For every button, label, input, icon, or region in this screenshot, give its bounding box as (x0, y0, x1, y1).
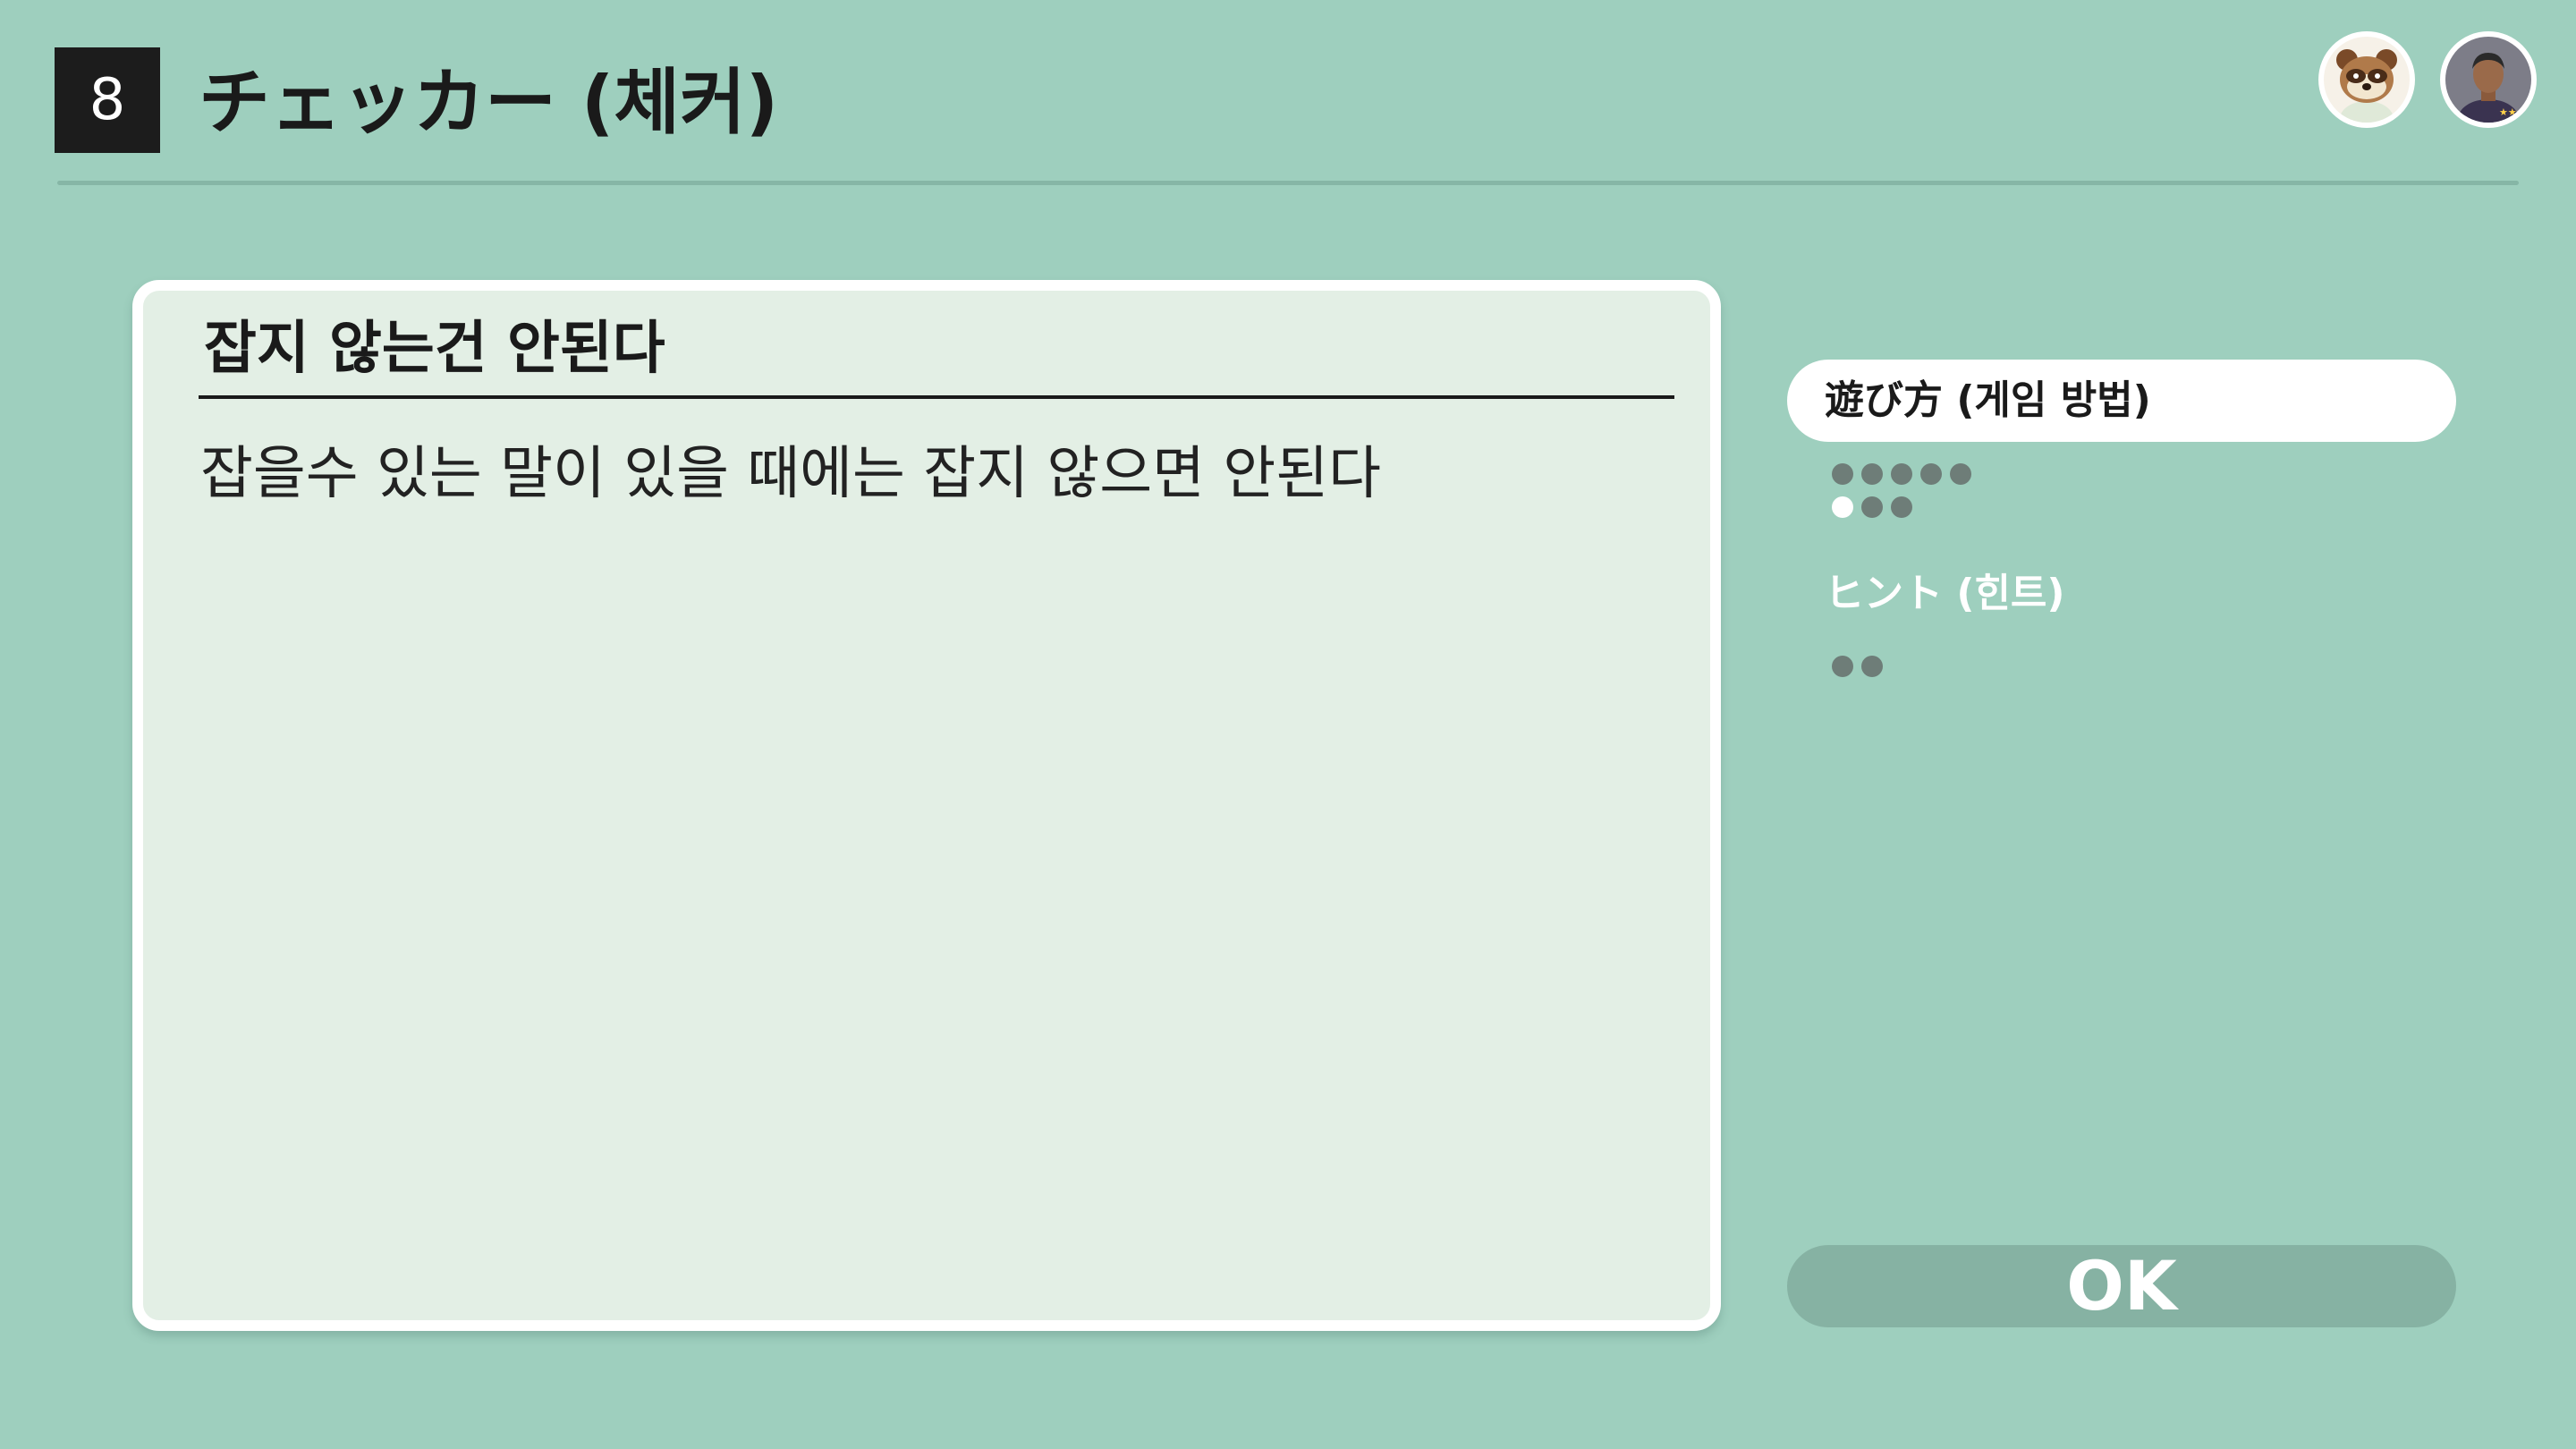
page-dot (1950, 463, 1971, 485)
menu-hint[interactable]: ヒント (힌트) (1787, 553, 2456, 635)
player-1-avatar (2318, 31, 2415, 128)
page-dot (1920, 463, 1942, 485)
menu-how-to-play[interactable]: 遊び方 (게임 방법) (1787, 360, 2456, 442)
page-dot (1832, 496, 1853, 518)
page-dot (1891, 496, 1912, 518)
page-dot (1861, 463, 1883, 485)
game-number-badge: 8 (55, 47, 160, 153)
page-dot (1861, 656, 1883, 677)
player-2-avatar: ★★ (2440, 31, 2537, 128)
rule-body: 잡을수 있는 말이 있을 때에는 잡지 않으면 안된다 (200, 441, 1382, 507)
game-screen: 8 チェッカー (체커) ★★ 잡지 않는건 안된다 잡을수 있는 말이 있을 … (0, 0, 2576, 1449)
page-dot (1832, 656, 1853, 677)
person-avatar-icon: ★★ (2445, 37, 2531, 123)
rule-heading: 잡지 않는건 안된다 (204, 316, 665, 382)
svg-text:★★: ★★ (2499, 106, 2517, 118)
rules-panel: 잡지 않는건 안된다 잡을수 있는 말이 있을 때에는 잡지 않으면 안된다 (132, 280, 1721, 1331)
ok-button[interactable]: OK (1787, 1245, 2456, 1327)
raccoon-avatar-icon (2324, 37, 2410, 123)
page-dot (1891, 463, 1912, 485)
page-dot (1861, 496, 1883, 518)
page-dot (1832, 463, 1853, 485)
page-title: チェッカー (체커) (199, 61, 779, 144)
header-divider (57, 181, 2519, 185)
rule-divider (199, 395, 1674, 399)
